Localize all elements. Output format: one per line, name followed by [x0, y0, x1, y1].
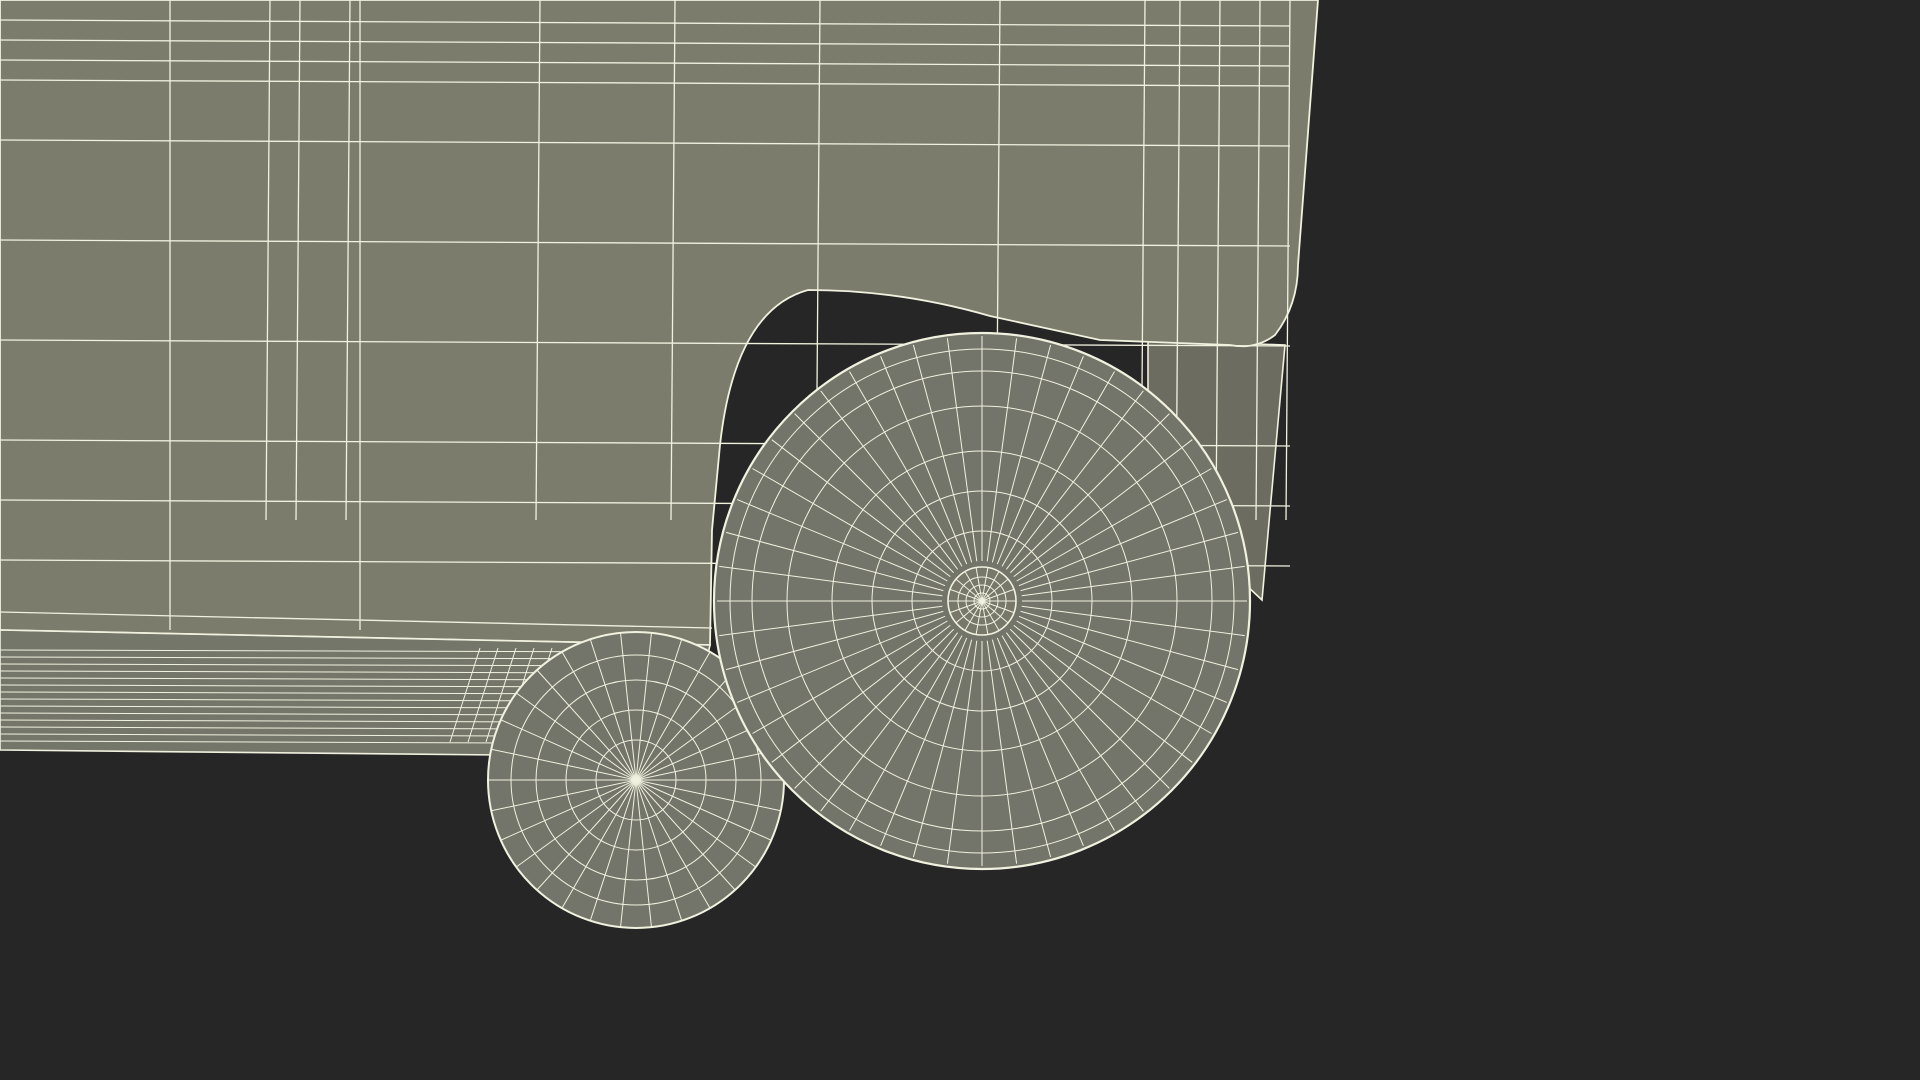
3d-viewport[interactable] — [0, 0, 1920, 1080]
large-wheel — [712, 331, 1252, 871]
wireframe-render — [0, 0, 1920, 1080]
